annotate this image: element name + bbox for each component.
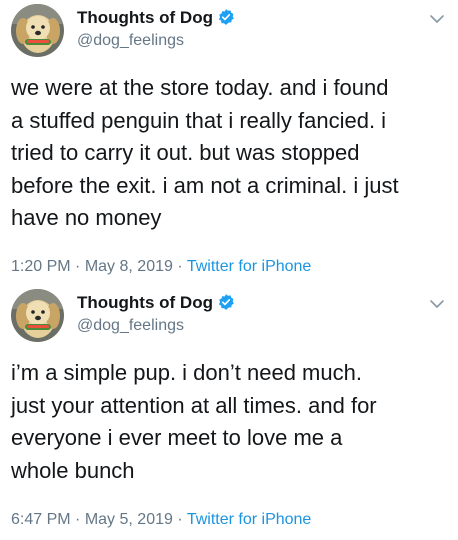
tweet-time[interactable]: 1:20 PM xyxy=(11,258,71,275)
tweet-meta: 1:20 PM · May 8, 2019 · Twitter for iPho… xyxy=(11,258,311,276)
tweet-time[interactable]: 6:47 PM xyxy=(11,511,71,528)
tweet-date[interactable]: May 8, 2019 xyxy=(85,258,173,275)
author-name[interactable]: Thoughts of Dog xyxy=(77,293,235,316)
author-handle[interactable]: @dog_feelings xyxy=(77,32,184,50)
meta-separator: · xyxy=(177,511,183,528)
chevron-down-icon[interactable] xyxy=(429,297,445,309)
verified-badge-icon xyxy=(217,293,235,316)
meta-separator: · xyxy=(75,258,81,275)
chevron-down-icon[interactable] xyxy=(429,12,445,24)
tweet-meta: 6:47 PM · May 5, 2019 · Twitter for iPho… xyxy=(11,511,311,529)
verified-badge-icon xyxy=(217,8,235,31)
meta-separator: · xyxy=(177,258,183,275)
tweet-text: we were at the store today. and i found … xyxy=(11,75,399,230)
tweet-source-link[interactable]: Twitter for iPhone xyxy=(187,511,312,528)
dog-avatar-image xyxy=(11,289,64,342)
tweet-text: i’m a simple pup. i don’t need much. jus… xyxy=(11,360,377,483)
author-name-text[interactable]: Thoughts of Dog xyxy=(77,8,213,27)
tweet-source-link[interactable]: Twitter for iPhone xyxy=(187,258,312,275)
tweet[interactable]: Thoughts of Dog @dog_feelings we were at… xyxy=(0,0,458,285)
author-handle[interactable]: @dog_feelings xyxy=(77,317,184,335)
avatar[interactable] xyxy=(11,4,64,57)
author-name[interactable]: Thoughts of Dog xyxy=(77,8,235,31)
avatar[interactable] xyxy=(11,289,64,342)
tweet-date[interactable]: May 5, 2019 xyxy=(85,511,173,528)
tweet[interactable]: Thoughts of Dog @dog_feelings i’m a simp… xyxy=(0,285,458,540)
meta-separator: · xyxy=(75,511,81,528)
author-name-text[interactable]: Thoughts of Dog xyxy=(77,293,213,312)
dog-avatar-image xyxy=(11,4,64,57)
